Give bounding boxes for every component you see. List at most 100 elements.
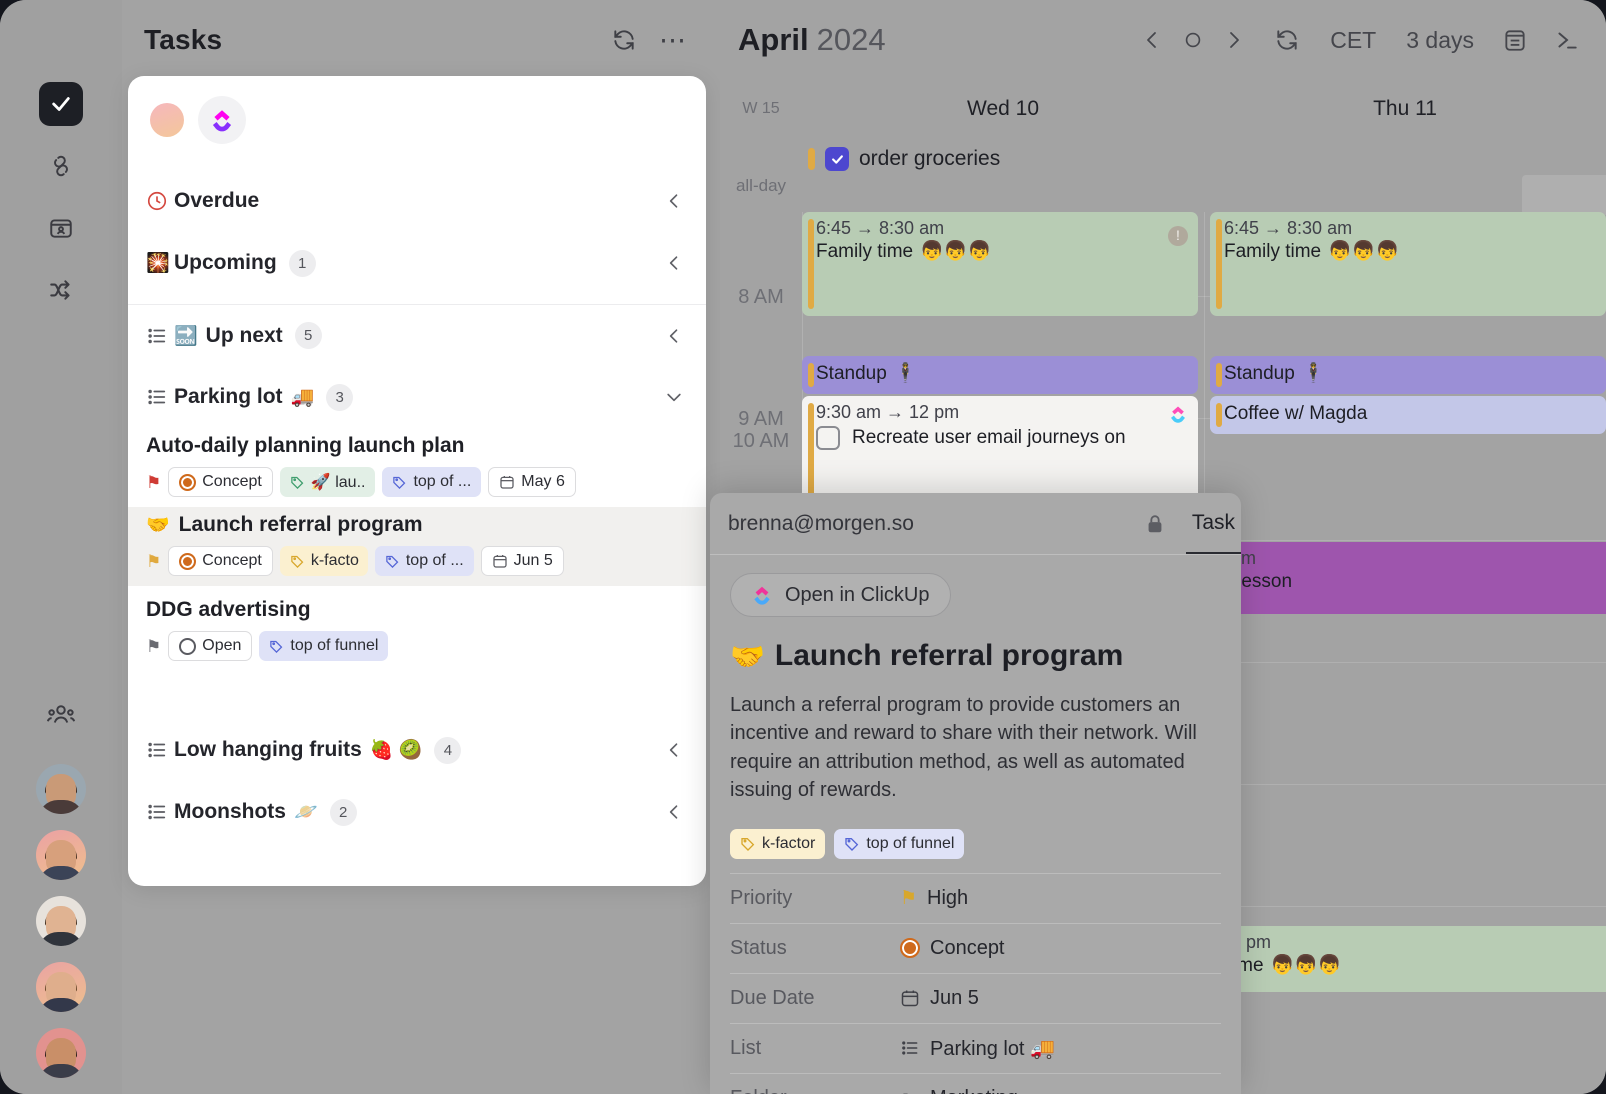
property-key: Priority	[730, 886, 793, 909]
property-key: Folder	[730, 1087, 900, 1094]
popup-task-title: Launch referral program	[774, 639, 1124, 672]
tag-icon	[392, 475, 407, 490]
refresh-icon[interactable]	[611, 27, 637, 53]
tab-task[interactable]: Task	[1185, 493, 1241, 554]
allday-event-order-groceries[interactable]: order groceries	[802, 144, 1202, 174]
section-moonshots[interactable]: Moonshots 🪐 2	[128, 781, 706, 843]
tag-icon	[290, 554, 305, 569]
timezone-button[interactable]: CET	[1320, 21, 1386, 60]
tag-chip[interactable]: k-facto	[279, 546, 368, 576]
next-day-button[interactable]	[1216, 22, 1252, 58]
refresh-icon[interactable]	[1268, 21, 1306, 59]
task-row[interactable]: DDG advertising ⚑ Open top of funnel	[128, 586, 706, 671]
event-coffee-w-magda[interactable]: Coffee w/ Magda	[1210, 396, 1606, 434]
list-icon	[146, 325, 174, 347]
shuffle-icon	[48, 277, 74, 303]
task-row[interactable]: Auto-daily planning launch plan ⚑ Concep…	[128, 428, 706, 507]
event-family-time-wed[interactable]: 6:45 → 8:30 am Family time 👦👦👦 !	[802, 212, 1198, 316]
property-row-due-date[interactable]: Due Date Jun 5	[730, 974, 1221, 1024]
tasks-card: Overdue 🎇 Upcoming 1 🔜 Up next 5 Parking…	[128, 76, 706, 886]
section-low-hanging-fruits[interactable]: Low hanging fruits 🍓 🥝 4	[128, 719, 706, 781]
calendar-icon[interactable]	[1496, 21, 1534, 59]
calendar-header: April 2024 CET 3 days	[720, 0, 1606, 80]
hour-label: 8 AM	[738, 286, 784, 308]
day-header-wed[interactable]: Wed 10	[802, 97, 1204, 121]
clickup-icon[interactable]	[198, 96, 246, 144]
event-standup-thu[interactable]: Standup 🕴️	[1210, 356, 1606, 394]
more-options-icon[interactable]: ⋯	[659, 27, 688, 54]
prev-day-button[interactable]	[1134, 22, 1170, 58]
section-label: Parking lot	[174, 385, 283, 408]
property-row-status[interactable]: Status Concept	[730, 924, 1221, 974]
tag-chip[interactable]: k-factor	[730, 828, 826, 859]
day-header-thu[interactable]: Thu 11	[1204, 97, 1606, 121]
section-overdue[interactable]: Overdue	[128, 170, 706, 232]
sidebar-item-links[interactable]	[39, 144, 83, 188]
event-family-time-thu[interactable]: 6:45 → 8:30 am Family time 👦👦👦	[1210, 212, 1606, 316]
tag-icon	[290, 475, 305, 490]
chevron-left-icon[interactable]	[664, 740, 684, 760]
due-date-chip[interactable]: May 6	[488, 467, 576, 497]
task-checkbox[interactable]	[825, 147, 849, 171]
clickup-icon	[1168, 404, 1188, 424]
property-key: Status	[730, 936, 787, 959]
priority-flag-icon: ⚑	[146, 636, 162, 656]
sidebar-item-tasks[interactable]	[39, 82, 83, 126]
event-color-bar	[1216, 219, 1222, 309]
sidebar-item-contacts[interactable]	[39, 206, 83, 250]
chevron-left-icon[interactable]	[664, 253, 684, 273]
property-row-priority[interactable]: Priority ⚑ High	[730, 874, 1221, 924]
section-up-next[interactable]: 🔜 Up next 5	[128, 304, 706, 366]
sidebar-item-shuffle[interactable]	[39, 268, 83, 312]
avatar[interactable]	[36, 1028, 86, 1078]
calendar-icon	[499, 474, 515, 490]
avatar[interactable]	[36, 962, 86, 1012]
today-circle-icon[interactable]	[1176, 23, 1210, 57]
avatar[interactable]	[36, 896, 86, 946]
page-title: Tasks	[144, 24, 223, 55]
priority-flag-icon: ⚑	[146, 472, 162, 492]
task-checkbox[interactable]	[816, 425, 840, 450]
open-in-clickup-button[interactable]: Open in ClickUp	[730, 573, 951, 617]
tag-chip[interactable]: top of ...	[374, 546, 474, 576]
contact-card-icon	[48, 215, 74, 241]
popup-tags: k-factor top of funnel	[730, 828, 1221, 874]
event-color-bar	[808, 148, 815, 170]
avatar[interactable]	[36, 830, 86, 880]
section-label: Upcoming	[174, 251, 277, 274]
status-chip[interactable]: Concept	[168, 467, 273, 497]
chevron-left-icon[interactable]	[664, 802, 684, 822]
account-avatar[interactable]	[150, 103, 184, 137]
avatar[interactable]	[36, 764, 86, 814]
range-button[interactable]: 3 days	[1396, 21, 1484, 60]
section-upcoming[interactable]: 🎇 Upcoming 1	[128, 232, 706, 294]
status-dot-icon	[179, 552, 197, 570]
property-value: Parking lot 🚚	[930, 1037, 1055, 1060]
property-row-folder[interactable]: Folder Marketing	[730, 1074, 1221, 1094]
due-date-chip[interactable]: Jun 5	[480, 546, 564, 576]
section-parking-lot[interactable]: Parking lot 🚚 3	[128, 366, 706, 428]
section-count: 5	[294, 322, 322, 349]
people-icon[interactable]	[46, 700, 76, 730]
event-title: Family time	[1224, 240, 1322, 262]
chevron-down-icon[interactable]	[664, 387, 684, 407]
tag-chip[interactable]: 🚀 lau..	[279, 467, 376, 497]
tag-chip[interactable]: top of funnel	[259, 631, 389, 661]
account-email: brenna@morgen.so	[728, 511, 914, 535]
property-row-list[interactable]: List Parking lot 🚚	[730, 1024, 1221, 1074]
chevron-left-icon[interactable]	[664, 326, 684, 346]
tag-chip[interactable]: top of ...	[382, 467, 482, 497]
task-row[interactable]: 🤝 Launch referral program ⚑ Concept k-fac…	[128, 507, 706, 586]
event-standup-wed[interactable]: Standup 🕴️	[802, 356, 1198, 394]
tag-label: k-factor	[762, 834, 816, 852]
tag-label: k-facto	[310, 552, 359, 569]
status-chip[interactable]: Concept	[168, 546, 273, 576]
command-prompt-icon[interactable]	[1548, 21, 1586, 59]
status-chip[interactable]: Open	[168, 631, 253, 661]
truck-emoji: 🚚	[290, 387, 315, 408]
list-icon	[146, 801, 174, 823]
chevron-left-icon[interactable]	[664, 191, 684, 211]
popup-body: Open in ClickUp 🤝 Launch referral progra…	[710, 555, 1241, 1094]
tag-label: 🚀 lau..	[310, 474, 366, 491]
tag-chip[interactable]: top of funnel	[834, 828, 965, 859]
